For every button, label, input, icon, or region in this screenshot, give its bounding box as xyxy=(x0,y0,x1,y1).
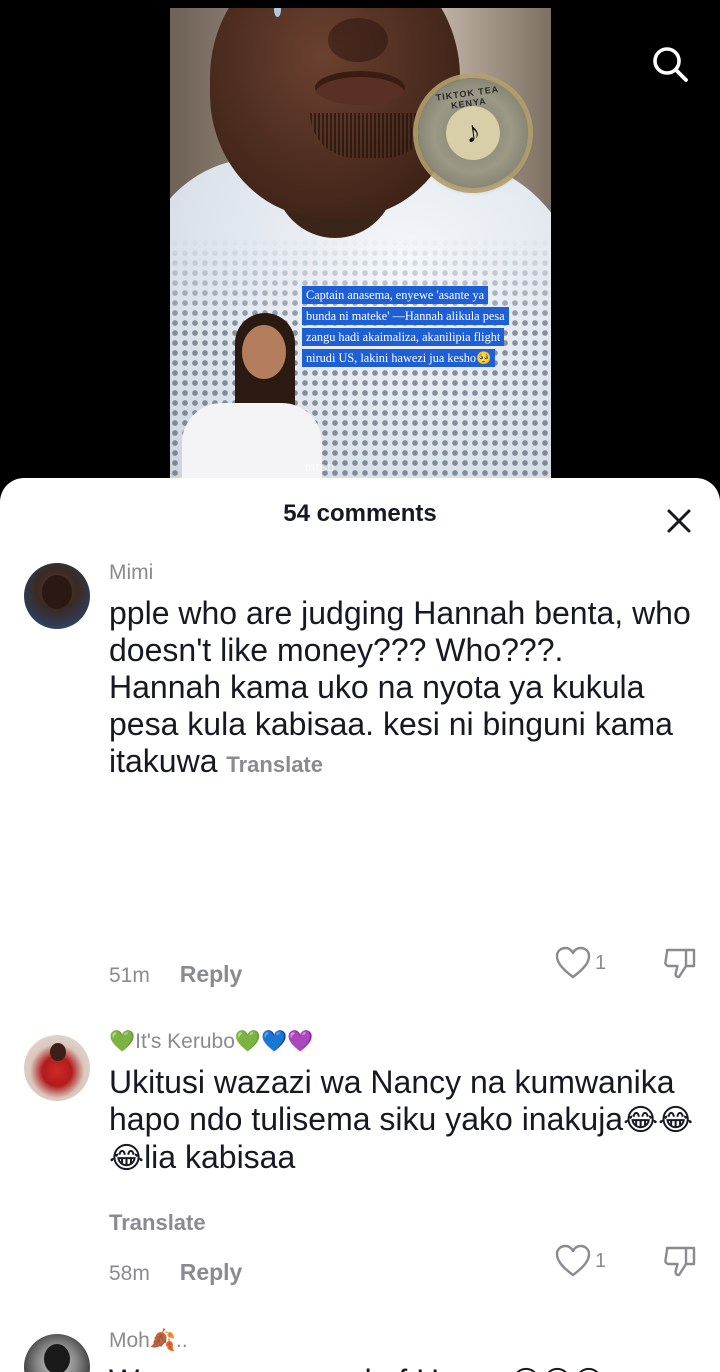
comment-username[interactable]: Mimi xyxy=(109,561,153,585)
comment-body: We are very proud of Hanna xyxy=(109,1363,510,1372)
heart-outline-icon xyxy=(555,1244,591,1277)
beard-shape xyxy=(310,113,430,158)
avatar[interactable] xyxy=(24,1035,90,1101)
nose-shape xyxy=(328,18,388,62)
comments-sheet: 54 comments Mimi pple who are judging Ha… xyxy=(0,478,720,1372)
translate-link[interactable]: Translate xyxy=(109,1210,206,1236)
like-count: 1 xyxy=(595,951,607,974)
comments-header: 54 comments xyxy=(0,478,720,558)
comment-text: pple who are judging Hannah benta, who d… xyxy=(109,595,709,781)
video-caption-text: Captain anasema, enyewe 'asante ya bunda… xyxy=(302,286,509,368)
woman-face-shape xyxy=(242,325,286,379)
translate-link[interactable]: Translate xyxy=(226,752,323,777)
avatar[interactable] xyxy=(24,563,90,629)
thumbs-down-icon xyxy=(664,1246,696,1277)
heart-outline-icon xyxy=(555,946,591,979)
video-thumbnail: TIKTOK TEA KENYA ♪ Captain anasema, enye… xyxy=(170,8,551,480)
thumbs-down-icon xyxy=(664,948,696,979)
white-dress-shape xyxy=(182,403,322,480)
tear-drop xyxy=(274,8,281,17)
like-button[interactable]: 1 xyxy=(555,1244,606,1278)
comment-time: 58m xyxy=(109,1262,150,1285)
search-button[interactable] xyxy=(646,40,694,88)
avatar-face xyxy=(44,1344,70,1372)
dislike-button[interactable] xyxy=(662,944,698,980)
reply-button[interactable]: Reply xyxy=(180,961,243,987)
comment-body-end: lia kabisaa xyxy=(144,1138,296,1175)
emoji-string: 😅😅😅 xyxy=(510,1366,604,1372)
like-count: 1 xyxy=(595,1249,607,1272)
mouth-shape xyxy=(315,71,405,105)
video-caption: Captain anasema, enyewe 'asante ya bunda… xyxy=(294,279,522,376)
comment-username[interactable]: 💚It's Kerubo💚💙💜 xyxy=(109,1030,313,1054)
comment-meta: 51m Reply xyxy=(109,961,242,988)
search-icon xyxy=(653,47,688,82)
like-button[interactable]: 1 xyxy=(555,946,606,980)
comment-body: pple who are judging Hannah benta, who d… xyxy=(109,595,691,780)
comment-text: We are very proud of Hanna😅😅😅 xyxy=(109,1363,709,1372)
comment-body: Ukitusi wazazi wa Nancy na kumwanika hap… xyxy=(109,1064,675,1138)
avatar[interactable] xyxy=(24,1334,90,1372)
video-watermark: mtsb xyxy=(305,460,336,474)
avatar-face xyxy=(50,1043,66,1061)
comment-username[interactable]: Moh🍂.. xyxy=(109,1329,188,1353)
dislike-button[interactable] xyxy=(662,1242,698,1278)
reply-button[interactable]: Reply xyxy=(180,1259,243,1285)
tiktok-logo-icon: ♪ xyxy=(442,102,504,164)
comment-meta: 58m Reply xyxy=(109,1259,242,1286)
comment-time: 51m xyxy=(109,964,150,987)
video-player[interactable]: TIKTOK TEA KENYA ♪ Captain anasema, enye… xyxy=(0,0,720,500)
comments-count-title: 54 comments xyxy=(283,500,437,527)
close-icon xyxy=(667,509,691,533)
close-button[interactable] xyxy=(662,504,696,538)
avatar-face xyxy=(42,575,72,609)
comment-text: Ukitusi wazazi wa Nancy na kumwanika hap… xyxy=(109,1064,709,1177)
